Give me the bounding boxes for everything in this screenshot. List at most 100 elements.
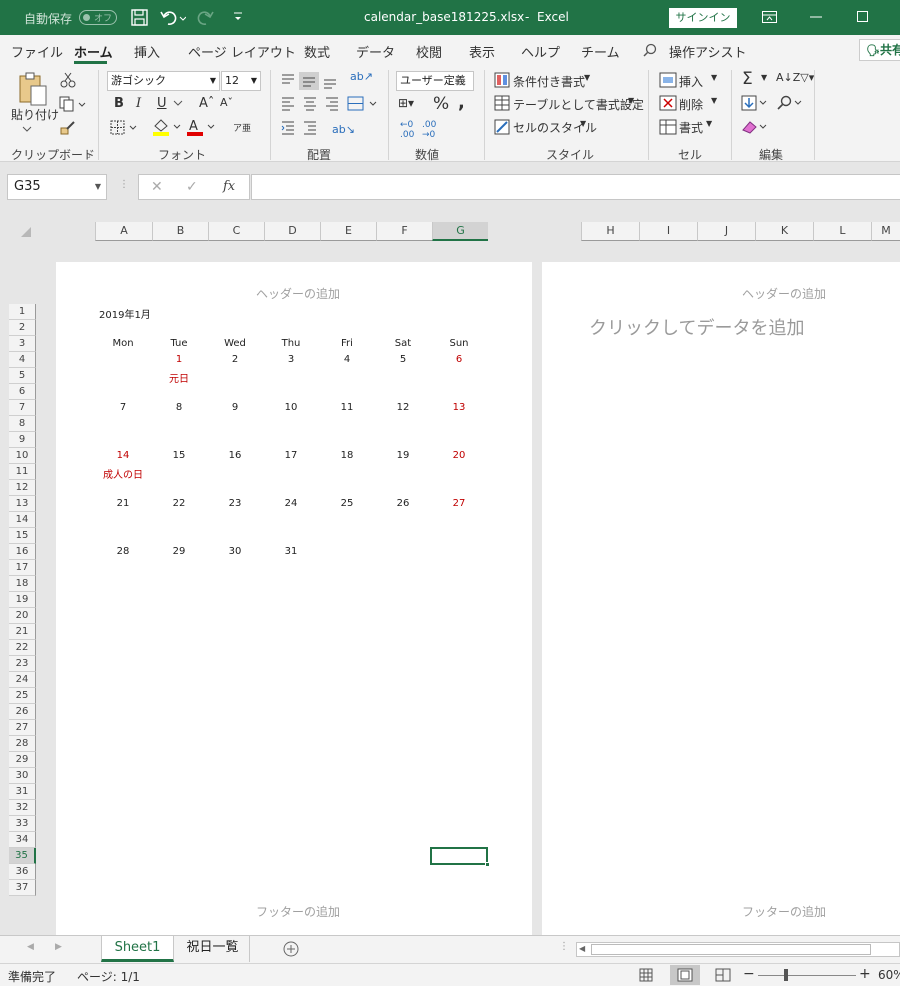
day-cell[interactable]: 25 (327, 498, 367, 509)
weekday-label[interactable]: Sat (383, 338, 423, 349)
tab-formulas[interactable]: 数式 (304, 42, 330, 61)
day-cell[interactable]: 15 (159, 450, 199, 461)
day-cell[interactable]: 5 (383, 354, 423, 365)
format-as-table-icon[interactable] (494, 95, 510, 111)
insert-cells-button[interactable]: 挿入 (679, 73, 703, 90)
scroll-right-icon[interactable]: ▶ (55, 942, 62, 952)
day-cell[interactable]: 21 (103, 498, 143, 509)
delete-cells-icon[interactable] (659, 95, 677, 111)
conditional-format-icon[interactable] (494, 72, 510, 88)
page-1-header[interactable]: ヘッダーの追加 (256, 285, 340, 302)
selected-cell[interactable] (430, 847, 490, 867)
row-header[interactable]: 17 (9, 560, 36, 576)
tab-help[interactable]: ヘルプ (521, 42, 560, 61)
tab-data[interactable]: データ (356, 42, 395, 61)
format-painter-icon[interactable] (60, 120, 76, 136)
zoom-slider-thumb[interactable] (784, 969, 788, 981)
font-size-select[interactable]: 12 ▼ (221, 71, 261, 91)
row-header[interactable]: 27 (9, 720, 36, 736)
font-name-select[interactable]: 游ゴシック ▼ (107, 71, 220, 91)
zoom-out-icon[interactable]: − (743, 966, 755, 982)
row-header[interactable]: 12 (9, 480, 36, 496)
day-cell[interactable]: 18 (327, 450, 367, 461)
find-select-icon[interactable] (776, 95, 804, 111)
underline-dropdown-icon[interactable] (173, 100, 183, 106)
scroll-left-arrow-icon[interactable]: ◀ (579, 944, 585, 953)
tab-splitter-icon[interactable]: ⋮ (559, 941, 569, 952)
day-cell[interactable]: 31 (271, 546, 311, 557)
day-cell[interactable]: 24 (271, 498, 311, 509)
zoom-slider-track[interactable] (758, 975, 856, 976)
day-cell[interactable]: 1 (159, 354, 199, 365)
day-cell[interactable]: 10 (271, 402, 311, 413)
page-layout-view-icon[interactable] (677, 968, 693, 982)
undo-icon[interactable] (160, 9, 186, 27)
orientation-icon[interactable]: ab↗ (350, 70, 373, 83)
comma-style-icon[interactable]: , (458, 92, 465, 113)
scrollbar-thumb[interactable] (591, 944, 871, 955)
row-header[interactable]: 4 (9, 352, 36, 368)
row-header[interactable]: 36 (9, 864, 36, 880)
new-sheet-icon[interactable] (283, 941, 299, 957)
customize-qat-icon[interactable] (233, 11, 243, 23)
weekday-label[interactable]: Sun (439, 338, 479, 349)
paste-button[interactable]: 貼り付け (11, 106, 59, 123)
column-header-f[interactable]: F (376, 222, 432, 241)
add-data-placeholder[interactable]: クリックしてデータを追加 (589, 314, 804, 340)
day-cell[interactable]: 11 (327, 402, 367, 413)
row-header[interactable]: 19 (9, 592, 36, 608)
weekday-label[interactable]: Wed (215, 338, 255, 349)
tab-page-layout[interactable]: ページ レイアウト (188, 42, 296, 61)
row-header[interactable]: 25 (9, 688, 36, 704)
column-header-e[interactable]: E (320, 222, 376, 241)
bold-button[interactable]: B (114, 96, 124, 111)
row-header[interactable]: 2 (9, 320, 36, 336)
tab-insert[interactable]: 挿入 (134, 42, 160, 61)
row-header[interactable]: 5 (9, 368, 36, 384)
day-cell[interactable]: 2 (215, 354, 255, 365)
row-header[interactable]: 23 (9, 656, 36, 672)
scroll-left-icon[interactable]: ◀ (27, 942, 34, 952)
tab-home[interactable]: ホーム (74, 42, 113, 61)
day-cell[interactable]: 8 (159, 402, 199, 413)
save-icon[interactable] (131, 9, 149, 27)
day-cell[interactable]: 19 (383, 450, 423, 461)
vertical-align-icons[interactable] (280, 72, 346, 90)
day-cell[interactable]: 27 (439, 498, 479, 509)
day-cell[interactable]: 14 (103, 450, 143, 461)
delete-cells-button[interactable]: 削除 (679, 96, 703, 113)
weekday-label[interactable]: Mon (103, 338, 143, 349)
share-button[interactable]: 🗣共有 (859, 39, 900, 61)
holiday-name[interactable]: 成人の日 (103, 466, 143, 481)
tell-me-search[interactable]: 操作アシスト (669, 42, 746, 61)
clipboard-launcher-icon[interactable]: ⌟ (87, 150, 91, 159)
day-cell[interactable]: 12 (383, 402, 423, 413)
format-cells-icon[interactable] (659, 119, 677, 135)
horizontal-align-icons[interactable] (280, 96, 380, 112)
column-header-g[interactable]: G (432, 222, 488, 241)
column-header-k[interactable]: K (755, 222, 813, 241)
row-header[interactable]: 3 (9, 336, 36, 352)
row-header[interactable]: 30 (9, 768, 36, 784)
column-header-i[interactable]: I (639, 222, 697, 241)
insert-function-button[interactable]: fx (223, 179, 235, 194)
indent-icons[interactable]: ab↘ (280, 120, 370, 136)
fill-color-icon[interactable] (152, 118, 184, 136)
redo-icon[interactable] (196, 9, 222, 27)
day-cell[interactable]: 20 (439, 450, 479, 461)
normal-view-icon[interactable] (639, 968, 653, 982)
column-header-h[interactable]: H (581, 222, 639, 241)
sheet-tab-sheet1[interactable]: Sheet1 (101, 936, 174, 962)
sheet-tab-holidays[interactable]: 祝日一覧 (176, 936, 250, 962)
column-header-l[interactable]: L (813, 222, 871, 241)
format-cells-button[interactable]: 書式 (679, 119, 703, 136)
holiday-name[interactable]: 元日 (159, 370, 199, 385)
row-header[interactable]: 9 (9, 432, 36, 448)
column-header-j[interactable]: J (697, 222, 755, 241)
chevron-down-icon[interactable]: ▼ (584, 73, 590, 82)
insert-cells-icon[interactable] (659, 72, 677, 88)
row-header[interactable]: 32 (9, 800, 36, 816)
page-2-footer[interactable]: フッターの追加 (742, 903, 826, 920)
cut-icon[interactable] (60, 72, 76, 88)
chevron-down-icon[interactable]: ▼ (761, 73, 767, 82)
